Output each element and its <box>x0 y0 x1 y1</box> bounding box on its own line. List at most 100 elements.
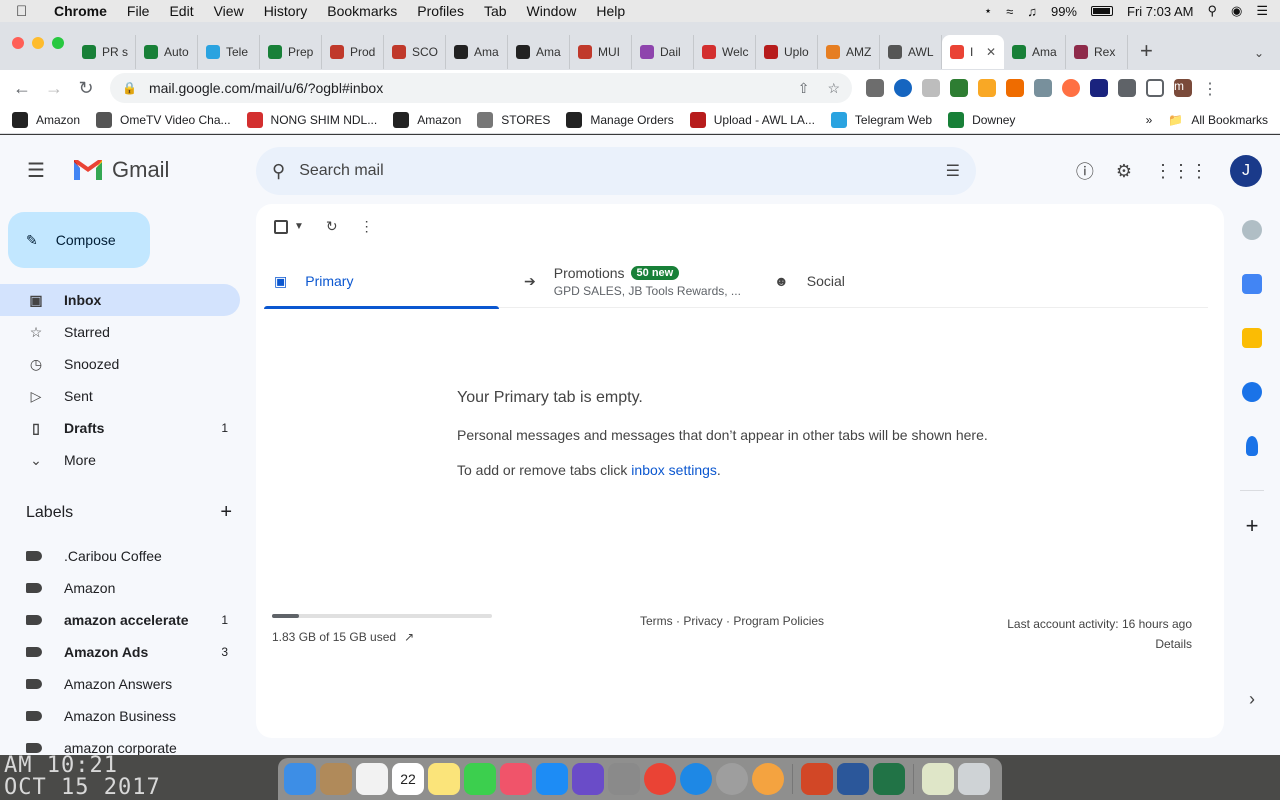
extensions-puzzle-icon[interactable] <box>1118 79 1136 97</box>
browser-tab[interactable]: Auto <box>136 35 198 69</box>
browser-tab[interactable]: Tele <box>198 35 260 69</box>
get-addons-plus-icon[interactable]: + <box>1246 513 1259 539</box>
address-url[interactable]: mail.google.com/mail/u/6/?ogbl#inbox <box>149 80 383 96</box>
chrome-icon[interactable] <box>644 763 676 795</box>
reload-button[interactable]: ↻ <box>70 78 102 99</box>
tab-promotions[interactable]: ➔ Promotions 50 new GPD SALES, JB Tools … <box>514 254 764 308</box>
browser-menu-icon[interactable]: ⋮ <box>1202 79 1218 98</box>
select-all-checkbox[interactable]: ▼ <box>274 219 304 234</box>
browser-tab[interactable]: Ama <box>508 35 570 69</box>
browser-tab[interactable]: I ✕ <box>942 35 1004 69</box>
bookmarks-overflow-chevron[interactable]: » <box>1146 113 1153 127</box>
minimize-window-button[interactable] <box>32 37 44 49</box>
back-button[interactable]: ← <box>6 78 38 99</box>
all-bookmarks-button[interactable]: 📁 All Bookmarks <box>1168 113 1268 127</box>
tab-primary[interactable]: ▣ Primary <box>264 254 514 309</box>
lock-icon[interactable]: 🔒 <box>122 81 137 95</box>
main-menu-icon[interactable]: ☰ <box>0 158 72 183</box>
menu-tab[interactable]: Tab <box>474 3 517 19</box>
browser-tab[interactable]: AWL <box>880 35 942 69</box>
bookmark-item[interactable]: Telegram Web <box>830 111 932 128</box>
photos-icon[interactable] <box>752 763 784 795</box>
volume-icon[interactable]: ♫ <box>1027 4 1037 19</box>
finder-icon[interactable] <box>284 763 316 795</box>
extension-plane-icon[interactable] <box>922 79 940 97</box>
extension-blue-icon[interactable] <box>894 79 912 97</box>
tasks-icon[interactable] <box>1242 382 1262 402</box>
label-item[interactable]: Amazon Business <box>0 700 240 732</box>
browser-tab[interactable]: Ama <box>446 35 508 69</box>
bookmark-item[interactable]: NONG SHIM NDL... <box>246 111 377 128</box>
gmail-logo[interactable]: Gmail <box>72 157 169 183</box>
app-store-icon[interactable] <box>536 763 568 795</box>
browser-tab[interactable]: SCO <box>384 35 446 69</box>
siri-app-icon[interactable] <box>572 763 604 795</box>
menu-history[interactable]: History <box>254 3 318 19</box>
menu-view[interactable]: View <box>204 3 254 19</box>
notes-icon[interactable] <box>428 763 460 795</box>
siri-icon[interactable]: ◉ <box>1231 3 1242 19</box>
nav-item-snoozed[interactable]: ◷ Snoozed <box>0 348 240 380</box>
inbox-settings-link[interactable]: inbox settings <box>631 462 717 478</box>
tab-search-chevron-icon[interactable]: ⌄ <box>1238 46 1280 70</box>
calendar-app-icon[interactable]: 22 <box>392 763 424 795</box>
search-input[interactable]: Search mail <box>299 162 383 180</box>
label-item[interactable]: amazon accelerate 1 <box>0 604 240 636</box>
safari-icon[interactable] <box>680 763 712 795</box>
extension-off-icon[interactable] <box>866 79 884 97</box>
extension-off-badge-icon[interactable] <box>1006 79 1024 97</box>
refresh-icon[interactable]: ↻ <box>326 218 338 235</box>
new-tab-button[interactable]: + <box>1128 38 1165 70</box>
nav-item-starred[interactable]: ☆ Starred <box>0 316 240 348</box>
excel-icon[interactable] <box>873 763 905 795</box>
menu-clock[interactable]: Fri 7:03 AM <box>1127 4 1193 19</box>
menu-app-name[interactable]: Chrome <box>38 3 117 19</box>
extension-rs-icon[interactable] <box>950 79 968 97</box>
label-item[interactable]: Amazon Answers <box>0 668 240 700</box>
music-icon[interactable] <box>500 763 532 795</box>
browser-tab[interactable]: PR s <box>74 35 136 69</box>
bookmark-item[interactable]: STORES <box>477 111 550 128</box>
forward-button[interactable]: → <box>38 78 70 99</box>
keep-icon[interactable] <box>1242 328 1262 348</box>
bookmark-item[interactable]: OmeTV Video Cha... <box>96 111 231 128</box>
bookmark-item[interactable]: Amazon <box>12 111 80 128</box>
menu-bookmarks[interactable]: Bookmarks <box>317 3 407 19</box>
menu-window[interactable]: Window <box>517 3 587 19</box>
apple-icon[interactable]:  <box>16 3 38 20</box>
trash-icon[interactable] <box>958 763 990 795</box>
bookmark-star-icon[interactable]: ☆ <box>827 80 840 97</box>
label-item[interactable]: Amazon <box>0 572 240 604</box>
contacts-icon[interactable] <box>1246 436 1258 456</box>
activity-details-link[interactable]: Details <box>1007 634 1192 654</box>
bookmark-item[interactable]: Manage Orders <box>566 111 674 128</box>
battery-percent[interactable]: 99% <box>1051 4 1077 19</box>
contacts-app-icon[interactable] <box>320 763 352 795</box>
browser-tab[interactable]: Uplo <box>756 35 818 69</box>
word-icon[interactable] <box>837 763 869 795</box>
side-panel-icon[interactable] <box>1146 79 1164 97</box>
create-label-plus-icon[interactable]: + <box>220 501 232 524</box>
nav-item-more[interactable]: ⌄ More <box>0 444 240 476</box>
bookmark-item[interactable]: Amazon <box>393 111 461 128</box>
battery-icon[interactable] <box>1091 6 1113 16</box>
label-item[interactable]: Amazon Ads 3 <box>0 636 240 668</box>
select-dropdown-chevron-icon[interactable]: ▼ <box>294 221 304 232</box>
extension-circle-icon[interactable] <box>1062 79 1080 97</box>
search-options-icon[interactable]: ☰ <box>946 161 960 181</box>
menu-help[interactable]: Help <box>586 3 635 19</box>
footer-policy-links[interactable]: Terms · Privacy · Program Policies <box>640 614 824 628</box>
browser-tab[interactable]: Rex <box>1066 35 1128 69</box>
menu-edit[interactable]: Edit <box>159 3 203 19</box>
browser-tab[interactable]: Prep <box>260 35 322 69</box>
spotlight-search-icon[interactable]: ⚲ <box>1207 3 1217 19</box>
extension-f-icon[interactable] <box>1090 79 1108 97</box>
compose-button[interactable]: ✎ Compose <box>8 212 150 268</box>
close-tab-icon[interactable]: ✕ <box>986 45 996 59</box>
more-options-icon[interactable]: ⋮ <box>360 218 374 235</box>
extension-stars-icon[interactable] <box>978 79 996 97</box>
browser-tab[interactable]: Dail <box>632 35 694 69</box>
browser-tab[interactable]: Welc <box>694 35 756 69</box>
menu-file[interactable]: File <box>117 3 160 19</box>
profile-avatar[interactable]: m <box>1174 79 1192 97</box>
